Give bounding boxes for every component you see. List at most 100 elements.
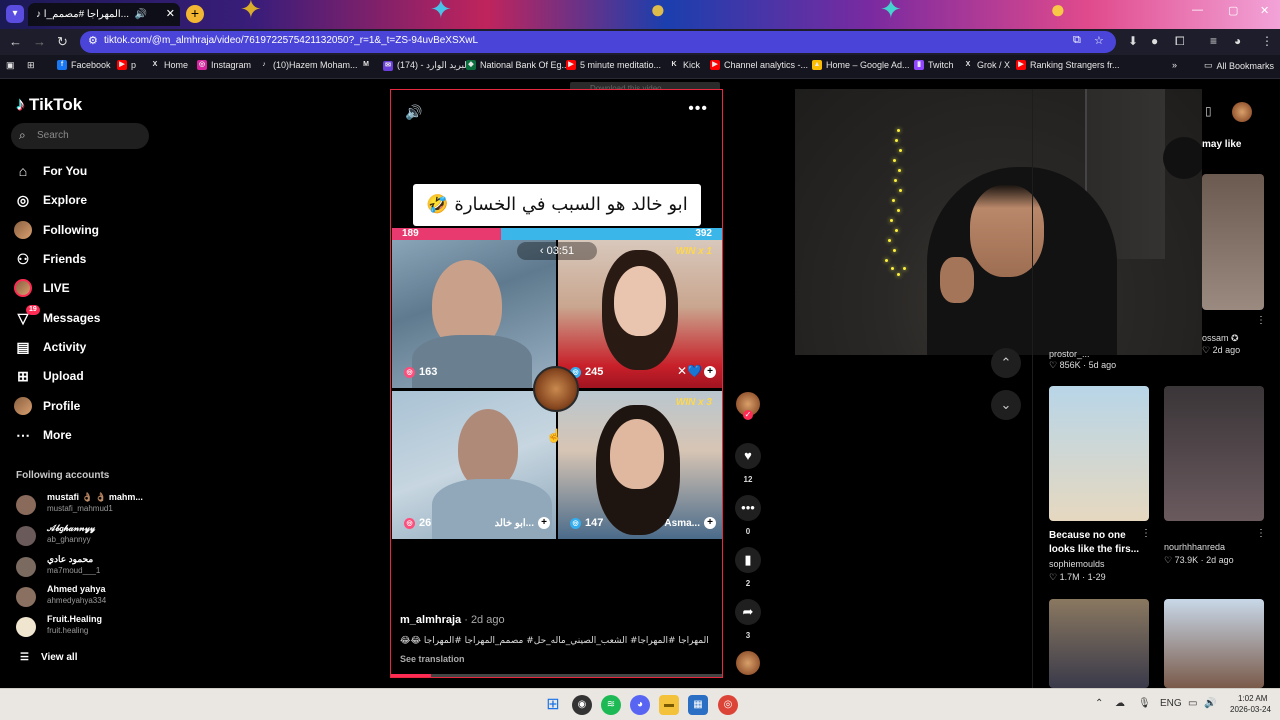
microphone-icon[interactable]: 🎙 xyxy=(1138,698,1151,709)
close-window-icon[interactable]: ✕ xyxy=(1260,4,1269,17)
bookmark-item[interactable]: ▲ Home – Google Ad... xyxy=(812,60,910,70)
bookmark-item[interactable]: ▶ 5 minute meditatio... xyxy=(566,60,661,70)
view-all-link[interactable]: ☰ View all xyxy=(20,652,77,663)
display-icon[interactable]: ▭ xyxy=(1188,698,1197,709)
apps-grid-icon[interactable]: ⊞ xyxy=(27,60,35,71)
following-account[interactable]: mustafi 👌🏽 👌🏽 mahm... mustafi_mahmud1 xyxy=(16,492,156,518)
save-button[interactable]: ▮ 2 xyxy=(735,547,761,588)
network-sync-icon[interactable]: ☁ xyxy=(1115,698,1125,709)
bookmark-item[interactable]: ◆ National Bank Of Eg... xyxy=(466,60,569,70)
bookmark-star-icon[interactable]: ☆ xyxy=(1094,34,1104,47)
bookmark-item[interactable]: ▮ Twitch xyxy=(914,60,954,70)
recommended-user[interactable]: ossam ✪ xyxy=(1202,333,1239,344)
address-bar[interactable]: ⚙ tiktok.com/@m_almhraja/video/761972257… xyxy=(80,31,1116,53)
video-username[interactable]: m_almhraja xyxy=(400,614,461,626)
next-video-button[interactable]: ⌄ xyxy=(991,390,1021,420)
bookmark-item[interactable]: ✉ (174) - البريد الوارد xyxy=(383,60,469,71)
nav-item-for-you[interactable]: ⌂ For You xyxy=(14,159,164,183)
video-author[interactable]: m_almhraja · 2d ago xyxy=(400,614,505,626)
nav-item-friends[interactable]: ⚇ Friends xyxy=(14,247,164,271)
nav-item-more[interactable]: ⋯ More xyxy=(14,423,164,447)
recommended-video-thumbnail[interactable] xyxy=(1164,386,1264,521)
recommended-user[interactable]: sophiemoulds xyxy=(1049,559,1105,569)
follow-plus-icon[interactable]: + xyxy=(704,366,716,378)
obs-icon[interactable]: ◉ xyxy=(572,695,592,715)
more-options-icon[interactable]: ••• xyxy=(688,100,708,118)
back-icon[interactable]: ← xyxy=(9,34,22,50)
media-controls-icon[interactable]: ≡ xyxy=(1210,34,1217,48)
site-info-icon[interactable]: ⚙ xyxy=(88,34,98,47)
browser-menu-icon[interactable]: ⋮ xyxy=(1261,34,1273,48)
account-avatar-icon[interactable]: ◕ xyxy=(1234,34,1241,48)
bookmark-item[interactable]: f Facebook xyxy=(57,60,111,70)
download-icon[interactable]: ⬇ xyxy=(1128,34,1138,48)
nav-item-activity[interactable]: ▤ Activity xyxy=(14,335,164,359)
forward-icon[interactable]: → xyxy=(33,34,46,50)
extensions-icon[interactable]: ⧠ xyxy=(1175,34,1185,49)
bookmark-item[interactable]: ▶ Channel analytics -... xyxy=(710,60,808,70)
nav-item-upload[interactable]: ⊞ Upload xyxy=(14,364,164,388)
sidebar-toggle-icon[interactable]: ▣ xyxy=(6,60,15,71)
all-bookmarks[interactable]: ▭ All Bookmarks xyxy=(1204,60,1274,71)
more-options-icon[interactable]: ⋮ xyxy=(1256,315,1266,326)
recommended-user[interactable]: nourhhhanreda xyxy=(1164,542,1225,552)
see-translation-link[interactable]: See translation xyxy=(400,654,465,664)
tray-overflow-icon[interactable]: ⌃ xyxy=(1095,698,1103,709)
bookmark-item[interactable]: M xyxy=(361,60,375,70)
like-button[interactable]: ♥ 12 xyxy=(735,443,761,484)
tiktok-logo[interactable]: ♪ TikTok xyxy=(16,94,82,115)
bookmark-item[interactable]: ◎ Instagram xyxy=(197,60,251,70)
recommended-video-thumbnail[interactable] xyxy=(1049,386,1149,521)
language-indicator[interactable]: ENG xyxy=(1160,698,1182,709)
video-player[interactable]: 🔊 ••• ابو خالد هو السبب في الخسارة 🤣 189… xyxy=(390,89,723,678)
maximize-icon[interactable]: ▢ xyxy=(1228,4,1238,17)
bookmark-item[interactable]: ♪ (10)Hazem Moham... xyxy=(259,60,358,70)
follow-plus-icon[interactable]: + xyxy=(538,517,550,529)
following-account[interactable]: محمود عادي ma7moud___1 xyxy=(16,554,156,580)
nav-item-live[interactable]: LIVE xyxy=(14,276,164,300)
volume-tray-icon[interactable]: 🔊 xyxy=(1204,698,1216,709)
active-tab[interactable]: ♪ المهراجا #مصمم_ا... 🔊 ✕ xyxy=(28,3,180,26)
bookmark-item[interactable]: X Home xyxy=(150,60,188,70)
new-tab-button[interactable]: + xyxy=(186,5,204,23)
recommended-user[interactable]: prostor_... xyxy=(1049,349,1090,359)
more-options-icon[interactable]: ⋮ xyxy=(1141,528,1151,539)
close-tab-icon[interactable]: ✕ xyxy=(166,3,175,26)
video-progress-bar[interactable] xyxy=(391,674,722,677)
search-input[interactable]: ⌕ Search xyxy=(11,123,149,149)
recommended-video-thumbnail[interactable] xyxy=(1049,599,1149,688)
user-avatar[interactable] xyxy=(1232,102,1252,122)
discord-icon[interactable]: ◕ xyxy=(630,695,650,715)
app-window-icon[interactable]: ▦ xyxy=(688,695,708,715)
clock-time[interactable]: 1:02 AM xyxy=(1238,694,1267,703)
bookmark-item[interactable]: X Grok / X xyxy=(963,60,1010,70)
spotify-icon[interactable]: ≋ xyxy=(601,695,621,715)
volume-icon[interactable]: 🔊 xyxy=(405,104,422,121)
mobile-app-icon[interactable]: ▯ xyxy=(1205,104,1212,118)
author-avatar[interactable]: ✓ xyxy=(736,392,760,420)
more-options-icon[interactable]: ⋮ xyxy=(1256,528,1266,539)
follow-plus-icon[interactable]: ✓ xyxy=(743,410,753,420)
nav-item-explore[interactable]: ◎ Explore xyxy=(14,188,164,212)
recommended-video-thumbnail[interactable] xyxy=(1164,599,1264,688)
follow-plus-icon[interactable]: + xyxy=(704,517,716,529)
following-account[interactable]: Ahmed yahya ahmedyahya334 xyxy=(16,584,156,610)
windows-start-icon[interactable]: ⊞ xyxy=(543,695,563,715)
bookmark-item[interactable]: K Kick xyxy=(669,60,700,70)
nav-item-following[interactable]: Following xyxy=(14,218,164,242)
nav-item-profile[interactable]: Profile xyxy=(14,394,164,418)
comment-button[interactable]: ••• 0 xyxy=(735,495,761,536)
following-account[interactable]: 𝒜𝒷𝑔𝒽𝒶𝓃𝓃𝓎𝓎 ab_ghannyy xyxy=(16,523,156,549)
recommended-video-thumbnail[interactable] xyxy=(1202,174,1264,310)
bookmark-item[interactable]: ▶ p xyxy=(117,60,136,70)
tab-search-button[interactable]: ▾ xyxy=(6,5,24,23)
more-bookmarks-icon[interactable]: » xyxy=(1172,60,1177,70)
nav-item-messages[interactable]: ▽ 19 Messages xyxy=(14,305,164,330)
install-app-icon[interactable]: ⧉ xyxy=(1073,34,1081,47)
file-explorer-icon[interactable]: ▬ xyxy=(659,695,679,715)
music-disc-avatar[interactable] xyxy=(736,651,760,675)
clock-date[interactable]: 2026-03-24 xyxy=(1230,705,1271,714)
bookmark-item[interactable]: ▶ Ranking Strangers fr... xyxy=(1016,60,1120,70)
share-button[interactable]: ➦ 3 xyxy=(735,599,761,640)
profile-circle-icon[interactable]: ● xyxy=(1151,34,1158,48)
